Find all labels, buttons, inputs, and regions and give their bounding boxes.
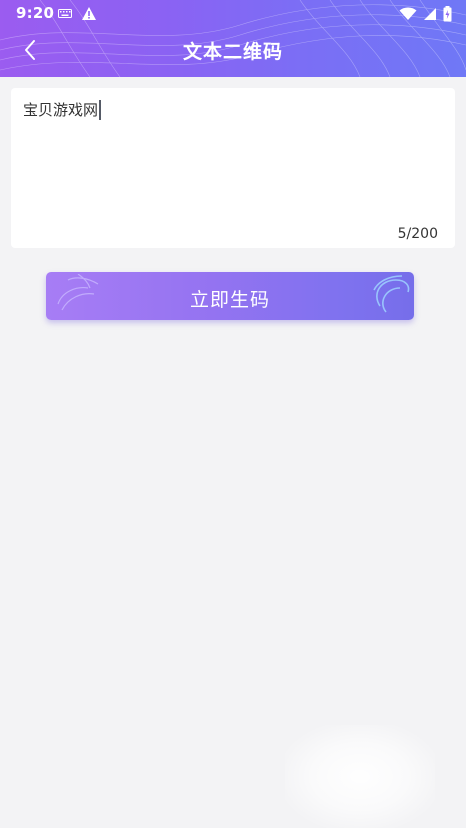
status-time: 9:20	[16, 4, 55, 22]
text-cursor	[99, 100, 102, 120]
text-input[interactable]: 宝贝游戏网	[23, 99, 102, 121]
status-bar: 9:20	[0, 0, 466, 28]
text-input-card: 宝贝游戏网 5/200	[11, 88, 455, 248]
header: 9:20 文本二维码	[0, 0, 466, 77]
page-title: 文本二维码	[182, 41, 283, 63]
floating-blur-overlay	[285, 725, 435, 828]
warning-icon	[82, 7, 96, 20]
wifi-icon	[399, 7, 417, 20]
text-input-value: 宝贝游戏网	[23, 101, 99, 119]
keyboard-icon	[58, 9, 72, 18]
nav-bar: 文本二维码	[0, 28, 466, 72]
signal-icon	[424, 8, 436, 20]
generate-button[interactable]: 立即生码	[46, 272, 414, 320]
status-right-icons	[399, 5, 452, 23]
generate-button-label: 立即生码	[189, 289, 270, 311]
battery-icon	[443, 6, 452, 22]
char-counter: 5/200	[397, 226, 438, 242]
